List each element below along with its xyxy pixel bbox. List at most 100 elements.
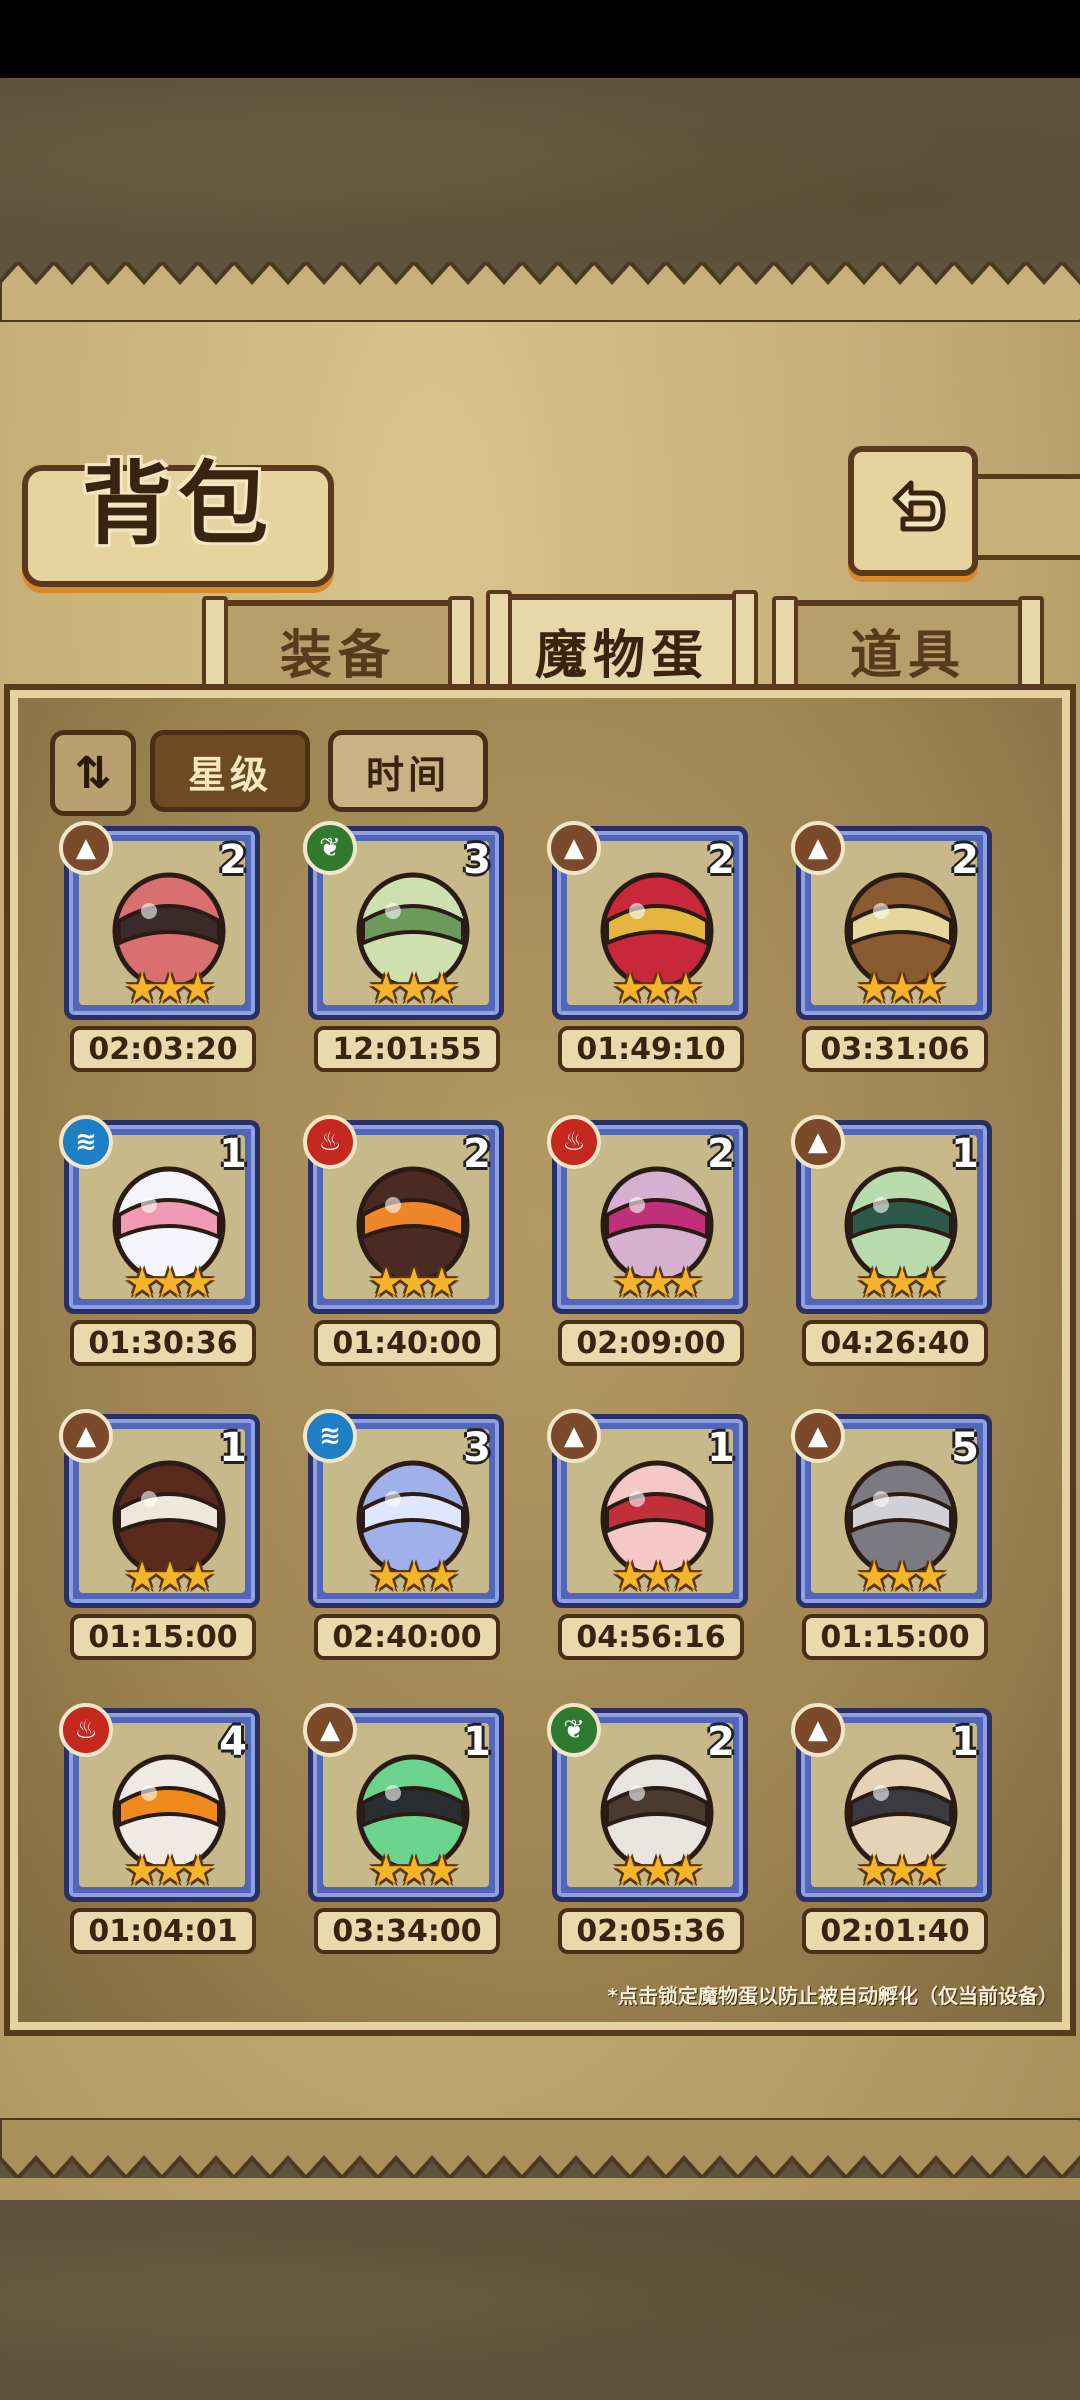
egg-card[interactable]: ❦ 3 ★★★ <box>303 821 504 1020</box>
star-rating: ★★★ <box>124 1848 216 1894</box>
sort-by-time-button[interactable]: 时间 <box>328 730 488 812</box>
star-rating: ★★★ <box>856 1554 948 1600</box>
egg-count: 1 <box>219 1425 247 1471</box>
egg-slot[interactable]: ♨ 2 ★★★ 01:40:00 <box>303 1114 514 1374</box>
star-rating: ★★★ <box>124 1260 216 1306</box>
egg-card[interactable]: ▲ 2 ★★★ <box>791 821 992 1020</box>
egg-slot[interactable]: ▲ 1 ★★★ 02:01:40 <box>791 1702 1002 1962</box>
egg-card[interactable]: ♨ 4 ★★★ <box>59 1703 260 1902</box>
egg-count: 1 <box>463 1719 491 1765</box>
hatch-timer: 02:05:36 <box>558 1908 744 1954</box>
hatch-timer: 01:04:01 <box>70 1908 256 1954</box>
earth-element-icon: ▲ <box>547 1409 601 1463</box>
egg-slot[interactable]: ▲ 1 ★★★ 04:56:16 <box>547 1408 758 1668</box>
back-button[interactable] <box>848 446 978 576</box>
egg-slot[interactable]: ≋ 1 ★★★ 01:30:36 <box>59 1114 270 1374</box>
egg-card[interactable]: ▲ 1 ★★★ <box>303 1703 504 1902</box>
sort-order-icon: ⇅ <box>74 747 112 799</box>
egg-card[interactable]: ▲ 5 ★★★ <box>791 1409 992 1608</box>
hatch-timer: 12:01:55 <box>314 1026 500 1072</box>
egg-slot[interactable]: ▲ 1 ★★★ 01:15:00 <box>59 1408 270 1668</box>
egg-slot[interactable]: ❦ 2 ★★★ 02:05:36 <box>547 1702 758 1962</box>
egg-card[interactable]: ≋ 1 ★★★ <box>59 1115 260 1314</box>
page-title: 背包 <box>82 451 274 557</box>
earth-element-icon: ▲ <box>59 821 113 875</box>
tab-monster-eggs[interactable]: 魔物蛋 <box>486 590 758 706</box>
fire-element-icon: ♨ <box>303 1115 357 1169</box>
star-rating: ★★★ <box>368 1848 460 1894</box>
star-rating: ★★★ <box>856 1848 948 1894</box>
earth-element-icon: ▲ <box>59 1409 113 1463</box>
wood-element-icon: ❦ <box>303 821 357 875</box>
water-element-icon: ≋ <box>303 1409 357 1463</box>
tab-bar: 装备 魔物蛋 道具 <box>200 590 1060 712</box>
tab-label: 魔物蛋 <box>534 624 709 686</box>
egg-count: 1 <box>951 1131 979 1177</box>
star-rating: ★★★ <box>124 966 216 1012</box>
egg-count: 5 <box>951 1425 979 1471</box>
egg-count: 2 <box>707 1131 735 1177</box>
hatch-timer: 01:15:00 <box>70 1614 256 1660</box>
star-rating: ★★★ <box>368 1260 460 1306</box>
egg-card[interactable]: ▲ 1 ★★★ <box>791 1115 992 1314</box>
hatch-timer: 04:56:16 <box>558 1614 744 1660</box>
star-rating: ★★★ <box>368 966 460 1012</box>
fire-element-icon: ♨ <box>59 1703 113 1757</box>
egg-count: 1 <box>951 1719 979 1765</box>
egg-card[interactable]: ♨ 2 ★★★ <box>303 1115 504 1314</box>
egg-card[interactable]: ▲ 2 ★★★ <box>547 821 748 1020</box>
hatch-timer: 03:34:00 <box>314 1908 500 1954</box>
earth-element-icon: ▲ <box>791 1703 845 1757</box>
zigzag-border-top <box>0 262 1080 322</box>
egg-card[interactable]: ♨ 2 ★★★ <box>547 1115 748 1314</box>
egg-count: 2 <box>951 837 979 883</box>
star-rating: ★★★ <box>856 1260 948 1306</box>
egg-slot[interactable]: ▲ 2 ★★★ 02:03:20 <box>59 820 270 1080</box>
egg-count: 2 <box>219 837 247 883</box>
sort-by-time-label: 时间 <box>365 752 450 797</box>
egg-card[interactable]: ▲ 1 ★★★ <box>791 1703 992 1902</box>
earth-element-icon: ▲ <box>547 821 601 875</box>
map-background-bottom <box>0 2200 1080 2400</box>
title-plate: 背包 <box>22 451 334 587</box>
sort-by-star-button[interactable]: 星级 <box>150 730 310 812</box>
egg-slot[interactable]: ▲ 1 ★★★ 04:26:40 <box>791 1114 1002 1374</box>
back-button-rail <box>966 474 1080 560</box>
egg-count: 1 <box>707 1425 735 1471</box>
egg-slot[interactable]: ♨ 2 ★★★ 02:09:00 <box>547 1114 758 1374</box>
star-rating: ★★★ <box>612 1554 704 1600</box>
egg-count: 2 <box>707 1719 735 1765</box>
egg-slot[interactable]: ▲ 2 ★★★ 01:49:10 <box>547 820 758 1080</box>
hatch-timer: 02:40:00 <box>314 1614 500 1660</box>
star-rating: ★★★ <box>124 1554 216 1600</box>
egg-slot[interactable]: ▲ 1 ★★★ 03:34:00 <box>303 1702 514 1962</box>
egg-slot[interactable]: ≋ 3 ★★★ 02:40:00 <box>303 1408 514 1668</box>
status-bar <box>0 0 1080 78</box>
star-rating: ★★★ <box>612 1260 704 1306</box>
egg-card[interactable]: ▲ 1 ★★★ <box>59 1409 260 1608</box>
egg-slot[interactable]: ▲ 2 ★★★ 03:31:06 <box>791 820 1002 1080</box>
egg-card[interactable]: ≋ 3 ★★★ <box>303 1409 504 1608</box>
egg-count: 3 <box>463 837 491 883</box>
hatch-timer: 01:15:00 <box>802 1614 988 1660</box>
egg-slot[interactable]: ▲ 5 ★★★ 01:15:00 <box>791 1408 1002 1668</box>
tab-equipment[interactable]: 装备 <box>202 596 474 712</box>
tab-items[interactable]: 道具 <box>772 596 1044 712</box>
star-rating: ★★★ <box>368 1554 460 1600</box>
tab-label: 装备 <box>279 624 396 686</box>
egg-count: 4 <box>219 1719 247 1765</box>
tab-label: 道具 <box>849 624 966 686</box>
egg-card[interactable]: ▲ 2 ★★★ <box>59 821 260 1020</box>
egg-slot[interactable]: ❦ 3 ★★★ 12:01:55 <box>303 820 514 1080</box>
hatch-timer: 01:30:36 <box>70 1320 256 1366</box>
egg-count: 2 <box>707 837 735 883</box>
egg-slot[interactable]: ♨ 4 ★★★ 01:04:01 <box>59 1702 270 1962</box>
hatch-timer: 03:31:06 <box>802 1026 988 1072</box>
earth-element-icon: ▲ <box>791 1409 845 1463</box>
egg-card[interactable]: ▲ 1 ★★★ <box>547 1409 748 1608</box>
zigzag-border-bottom <box>0 2118 1080 2178</box>
hatch-timer: 04:26:40 <box>802 1320 988 1366</box>
egg-card[interactable]: ❦ 2 ★★★ <box>547 1703 748 1902</box>
sort-order-toggle[interactable]: ⇅ <box>50 730 136 816</box>
wood-element-icon: ❦ <box>547 1703 601 1757</box>
